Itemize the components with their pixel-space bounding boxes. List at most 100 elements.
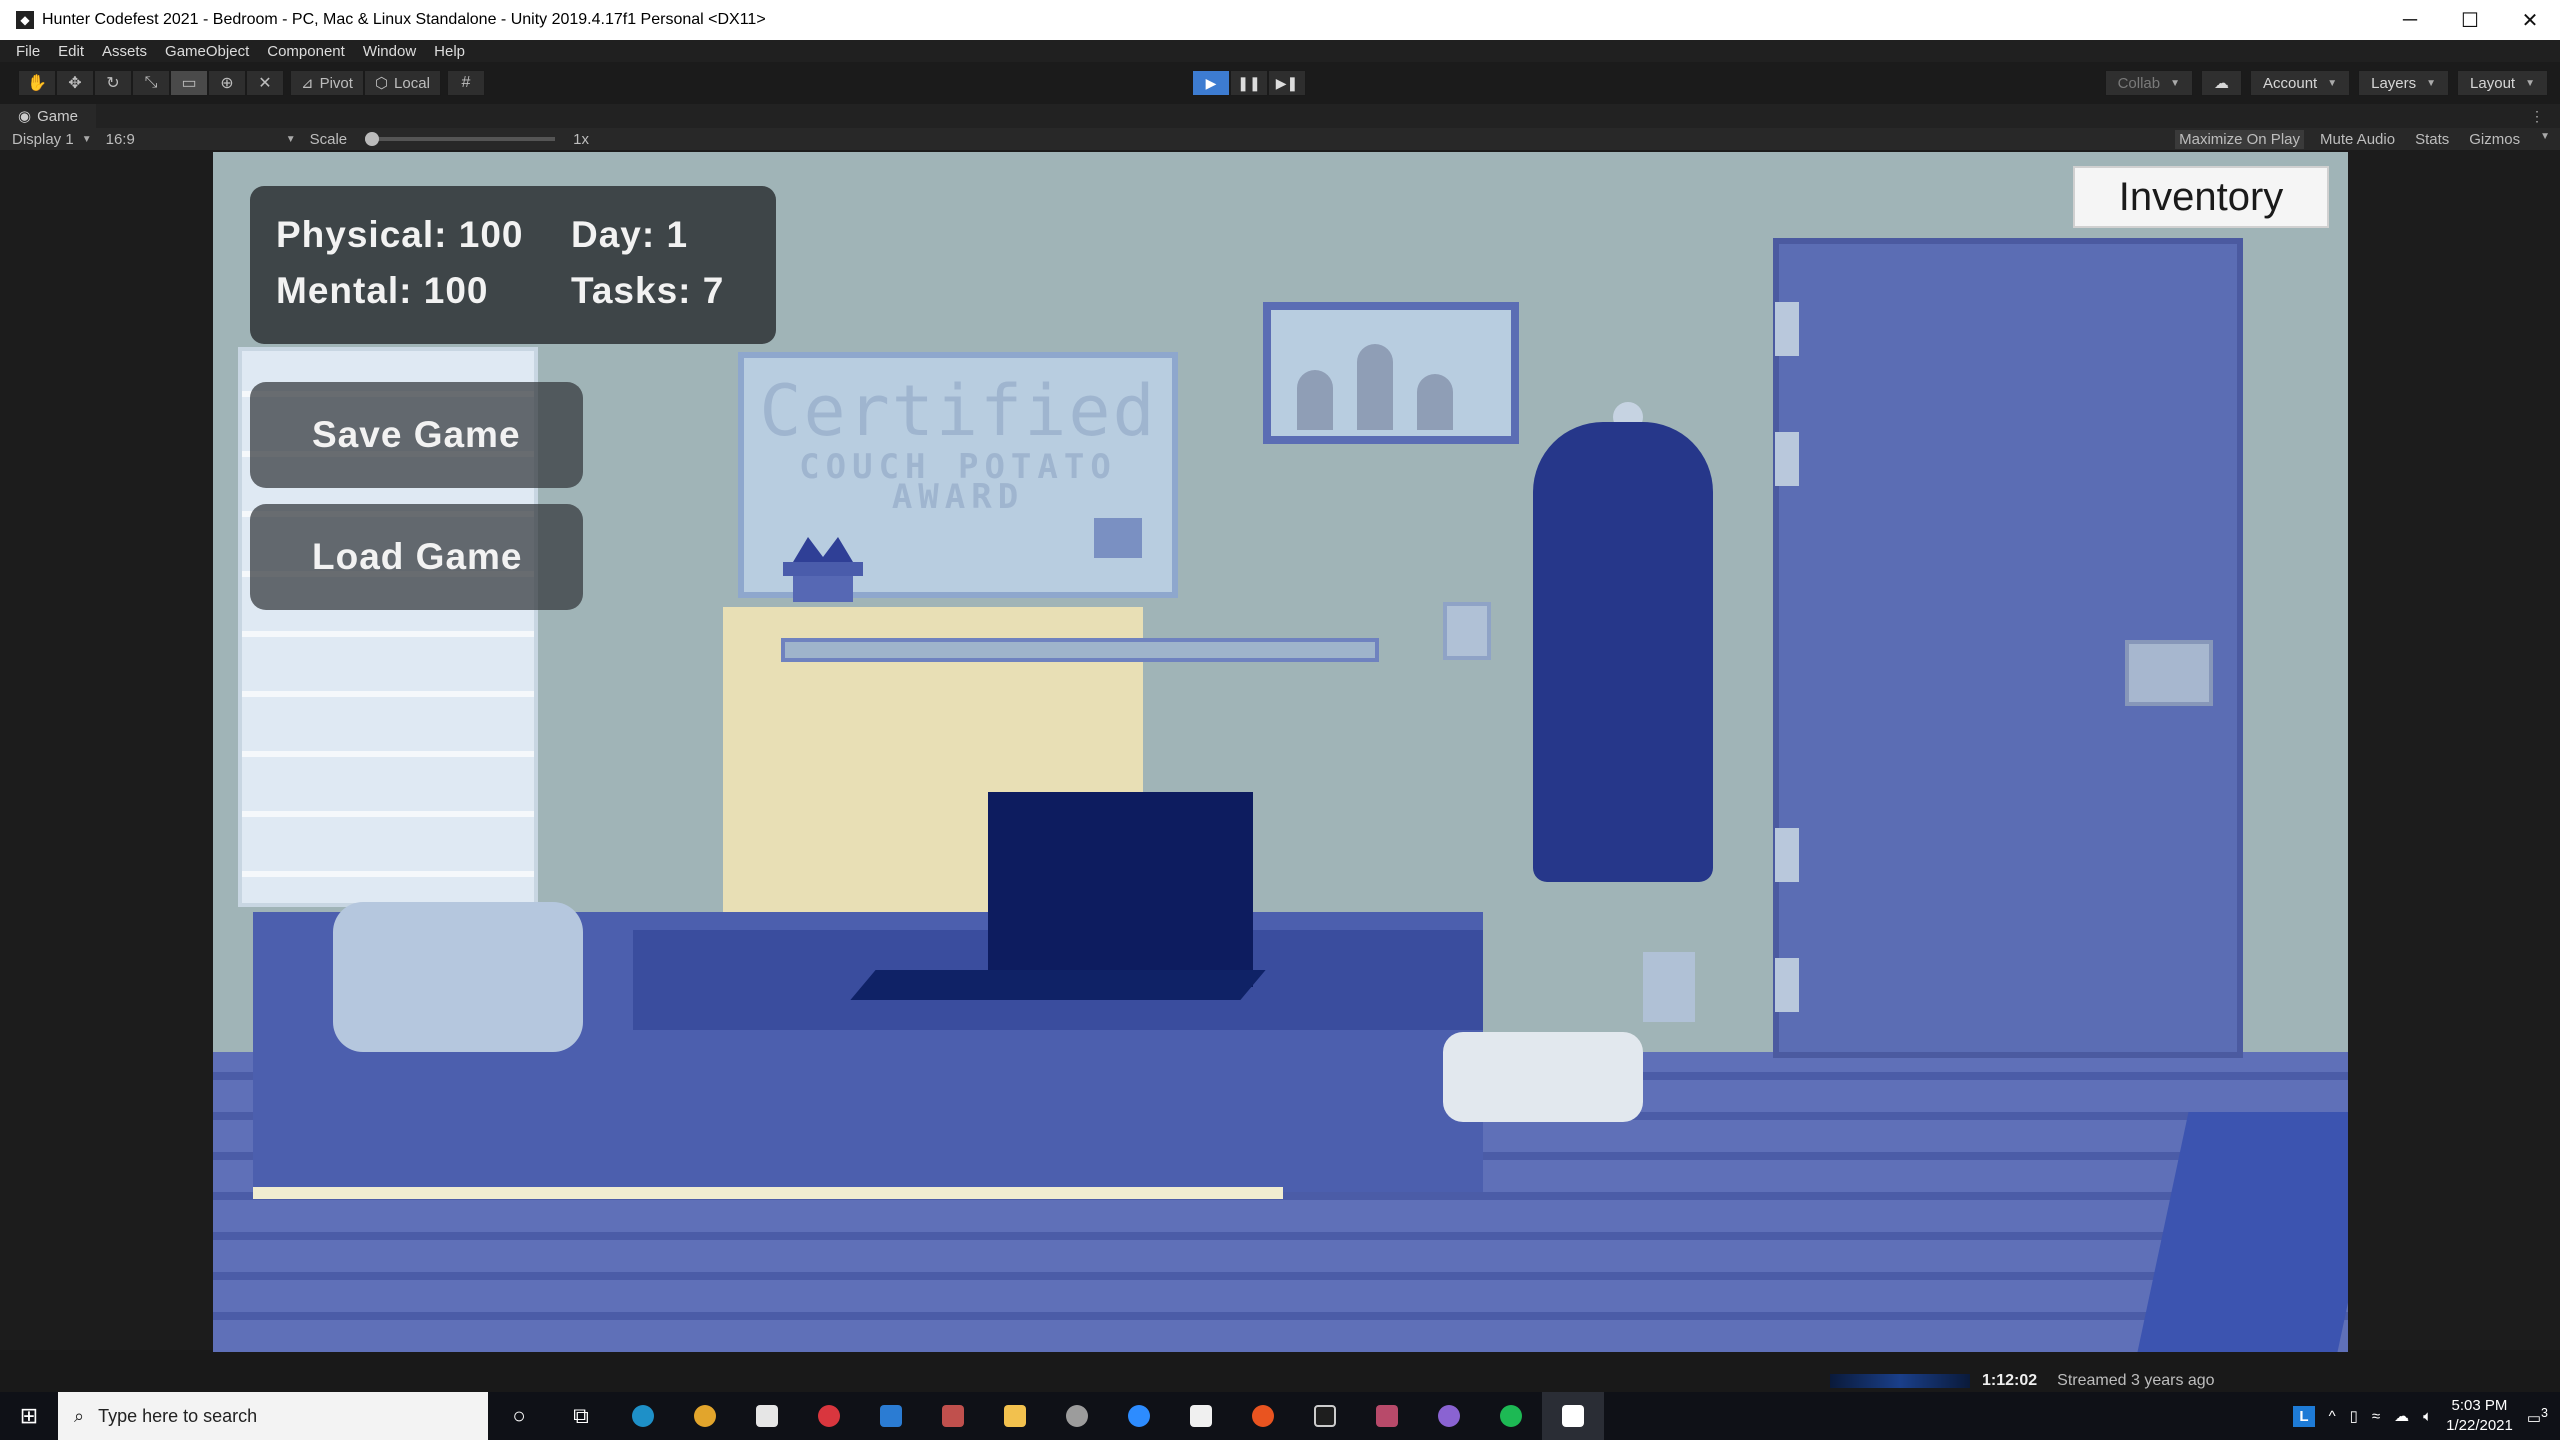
- scale-tool-icon[interactable]: ⤡: [132, 70, 170, 96]
- maximize-on-play-toggle[interactable]: Maximize On Play: [2175, 129, 2304, 149]
- load-game-button[interactable]: Load Game: [250, 504, 583, 610]
- close-button[interactable]: ✕: [2500, 0, 2560, 40]
- blind-slat: [242, 691, 534, 697]
- stats-panel: Physical: 100 Day: 1 Mental: 100 Tasks: …: [250, 186, 776, 344]
- minimize-button[interactable]: ─: [2380, 0, 2440, 40]
- tab-game[interactable]: ◉ Game: [0, 104, 96, 128]
- chevron-down-icon[interactable]: ▼: [2536, 130, 2554, 149]
- menu-window[interactable]: Window: [363, 43, 416, 60]
- certificate-subtitle: COUCH POTATO AWARD: [744, 450, 1172, 514]
- certificate-title: Certified: [759, 370, 1157, 452]
- volume-icon[interactable]: 🔈︎: [2423, 1408, 2432, 1425]
- pivot-label: Pivot: [319, 74, 353, 92]
- clock-date: 1/22/2021: [2446, 1417, 2513, 1434]
- door-hinge: [1775, 432, 1799, 486]
- menu-edit[interactable]: Edit: [58, 43, 84, 60]
- door-hinge: [1775, 828, 1799, 882]
- main-toolbar: ✋ ✥ ↻ ⤡ ▭ ⊕ ✕ ⊿ Pivot ⬡ Local # ▶ ❚❚ ▶❚ Co…: [0, 62, 2560, 104]
- taskbar-search-input[interactable]: ⌕ Type here to search: [58, 1392, 488, 1440]
- pivot-toggle[interactable]: ⊿ Pivot: [290, 70, 364, 96]
- gizmos-dropdown[interactable]: Gizmos: [2465, 130, 2524, 149]
- save-game-button[interactable]: Save Game: [250, 382, 583, 488]
- hanging-coat[interactable]: [1533, 422, 1713, 882]
- taskbar-clock[interactable]: 5:03 PM 1/22/2021: [2446, 1396, 2513, 1436]
- notifications-icon[interactable]: ▭3: [2527, 1406, 2548, 1427]
- transform-tool-icon[interactable]: ⊕: [208, 70, 246, 96]
- layout-label: Layout: [2470, 74, 2516, 92]
- mail-icon[interactable]: [860, 1392, 922, 1440]
- photo-person: [1357, 344, 1393, 430]
- zoom-icon[interactable]: [1108, 1392, 1170, 1440]
- app-game-icon[interactable]: [1356, 1392, 1418, 1440]
- menu-component[interactable]: Component: [267, 43, 345, 60]
- network-icon[interactable]: ≈: [2372, 1408, 2380, 1425]
- play-button[interactable]: ▶: [1192, 70, 1230, 96]
- stats-toggle[interactable]: Stats: [2411, 130, 2453, 149]
- store-icon[interactable]: [736, 1392, 798, 1440]
- inventory-button[interactable]: Inventory: [2073, 166, 2329, 228]
- layout-dropdown[interactable]: Layout ▼: [2457, 70, 2548, 96]
- task-view-icon[interactable]: ⧉: [550, 1392, 612, 1440]
- step-button[interactable]: ▶❚: [1268, 70, 1306, 96]
- spotify-icon[interactable]: [1480, 1392, 1542, 1440]
- account-dropdown[interactable]: Account ▼: [2250, 70, 2351, 96]
- playback-controls: ▶ ❚❚ ▶❚: [1192, 70, 1306, 96]
- grid-snap-icon[interactable]: #: [446, 70, 485, 96]
- chevron-up-icon[interactable]: ^: [2329, 1408, 2336, 1425]
- game-canvas[interactable]: Certified COUCH POTATO AWARD Physical: 1…: [213, 152, 2348, 1352]
- notifications-count: 3: [2541, 1405, 2548, 1420]
- menu-gameobject[interactable]: GameObject: [165, 43, 249, 60]
- github-icon[interactable]: [1418, 1392, 1480, 1440]
- maximize-button[interactable]: ☐: [2440, 0, 2500, 40]
- terminal-icon[interactable]: [1294, 1392, 1356, 1440]
- more-options-icon[interactable]: ⋮: [2530, 108, 2544, 125]
- local-toggle[interactable]: ⬡ Local: [363, 70, 441, 96]
- app-l-icon[interactable]: L: [2293, 1405, 2315, 1427]
- move-tool-icon[interactable]: ✥: [56, 70, 94, 96]
- cloud-icon[interactable]: ☁: [2394, 1407, 2409, 1425]
- gamepad-icon: ◉: [18, 108, 32, 125]
- device-icon[interactable]: ▯: [2350, 1407, 2358, 1425]
- app-wolf-icon[interactable]: [1046, 1392, 1108, 1440]
- menu-help[interactable]: Help: [434, 43, 465, 60]
- windows-start-icon[interactable]: ⊞: [0, 1392, 58, 1440]
- display-dropdown[interactable]: Display 1 ▼: [12, 131, 92, 148]
- chevron-down-icon: ▼: [2426, 77, 2437, 89]
- unity-icon[interactable]: [1542, 1392, 1604, 1440]
- floor-plank: [213, 1312, 2348, 1320]
- game-viewport: Certified COUCH POTATO AWARD Physical: 1…: [0, 150, 2560, 1352]
- chrome-icon[interactable]: [674, 1392, 736, 1440]
- cortana-icon[interactable]: ○: [488, 1392, 550, 1440]
- tab-game-label: Game: [37, 107, 78, 125]
- door-handle[interactable]: [2125, 640, 2213, 706]
- rotate-tool-icon[interactable]: ↻: [94, 70, 132, 96]
- aspect-dropdown[interactable]: 16:9 ▼: [106, 131, 296, 148]
- pillow: [333, 902, 583, 1052]
- scale-slider[interactable]: [365, 132, 556, 146]
- stream-time: 1:12:02: [1982, 1372, 2038, 1389]
- edge-icon[interactable]: [612, 1392, 674, 1440]
- menu-assets[interactable]: Assets: [102, 43, 147, 60]
- ubuntu-icon[interactable]: [1232, 1392, 1294, 1440]
- custom-tool-icon[interactable]: ✕: [246, 70, 284, 96]
- rect-tool-icon[interactable]: ▭: [170, 70, 208, 96]
- account-label: Account: [2263, 74, 2318, 92]
- layers-dropdown[interactable]: Layers ▼: [2358, 70, 2450, 96]
- pause-button[interactable]: ❚❚: [1230, 70, 1268, 96]
- mute-audio-toggle[interactable]: Mute Audio: [2316, 130, 2399, 149]
- scale-slider-thumb[interactable]: [365, 132, 380, 146]
- collab-dropdown[interactable]: Collab ▼: [2104, 70, 2193, 96]
- files-icon[interactable]: [1170, 1392, 1232, 1440]
- day-stat: Day: 1: [571, 214, 689, 255]
- scale-control: Scale 1x: [310, 131, 589, 148]
- file-explorer-icon[interactable]: [984, 1392, 1046, 1440]
- shoes[interactable]: [1443, 1032, 1643, 1122]
- photo-person: [1297, 370, 1333, 430]
- menu-file[interactable]: File: [16, 43, 40, 60]
- hand-tool-icon[interactable]: ✋: [18, 70, 56, 96]
- light-switch[interactable]: [1443, 602, 1491, 660]
- cloud-button[interactable]: ☁: [2201, 70, 2242, 96]
- app-character-icon[interactable]: [922, 1392, 984, 1440]
- app-red-icon[interactable]: [798, 1392, 860, 1440]
- laptop-screen[interactable]: [988, 792, 1253, 987]
